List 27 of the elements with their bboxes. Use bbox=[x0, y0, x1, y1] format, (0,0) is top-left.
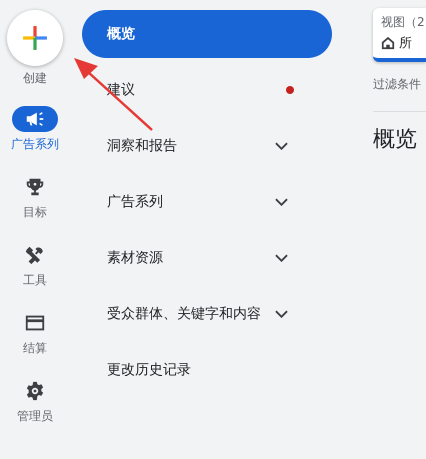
tools-icon bbox=[24, 244, 46, 266]
nav-item[interactable]: 更改历史记录 bbox=[82, 346, 332, 394]
create-label: 创建 bbox=[23, 70, 47, 87]
nav-item[interactable]: 概览 bbox=[82, 10, 332, 58]
plus-icon bbox=[22, 25, 48, 51]
page-heading: 概览 bbox=[373, 126, 417, 154]
view-tab[interactable]: 视图（2 所 bbox=[373, 8, 426, 62]
home-icon bbox=[381, 36, 395, 50]
chevron-down-icon bbox=[275, 142, 288, 150]
trophy-icon bbox=[24, 176, 46, 198]
chevron-down-icon bbox=[275, 310, 288, 318]
rail-label: 广告系列 bbox=[11, 136, 59, 153]
rail-tab[interactable] bbox=[12, 106, 58, 132]
settings-icon bbox=[24, 380, 46, 402]
nav-item[interactable]: 素材资源 bbox=[82, 234, 332, 282]
chevron-down-icon bbox=[275, 198, 288, 206]
rail-label: 结算 bbox=[23, 340, 47, 357]
notification-dot bbox=[286, 86, 294, 94]
create-button[interactable] bbox=[7, 10, 63, 66]
rail-label: 工具 bbox=[23, 272, 47, 289]
nav-item[interactable]: 洞察和报告 bbox=[82, 122, 332, 170]
rail-label: 目标 bbox=[23, 204, 47, 221]
chevron-down-icon bbox=[275, 254, 288, 262]
nav-item[interactable]: 广告系列 bbox=[82, 178, 332, 226]
rail-label: 管理员 bbox=[17, 408, 53, 425]
filter-label: 过滤条件 bbox=[373, 76, 421, 93]
nav-item[interactable]: 受众群体、关键字和内容 bbox=[82, 290, 332, 338]
